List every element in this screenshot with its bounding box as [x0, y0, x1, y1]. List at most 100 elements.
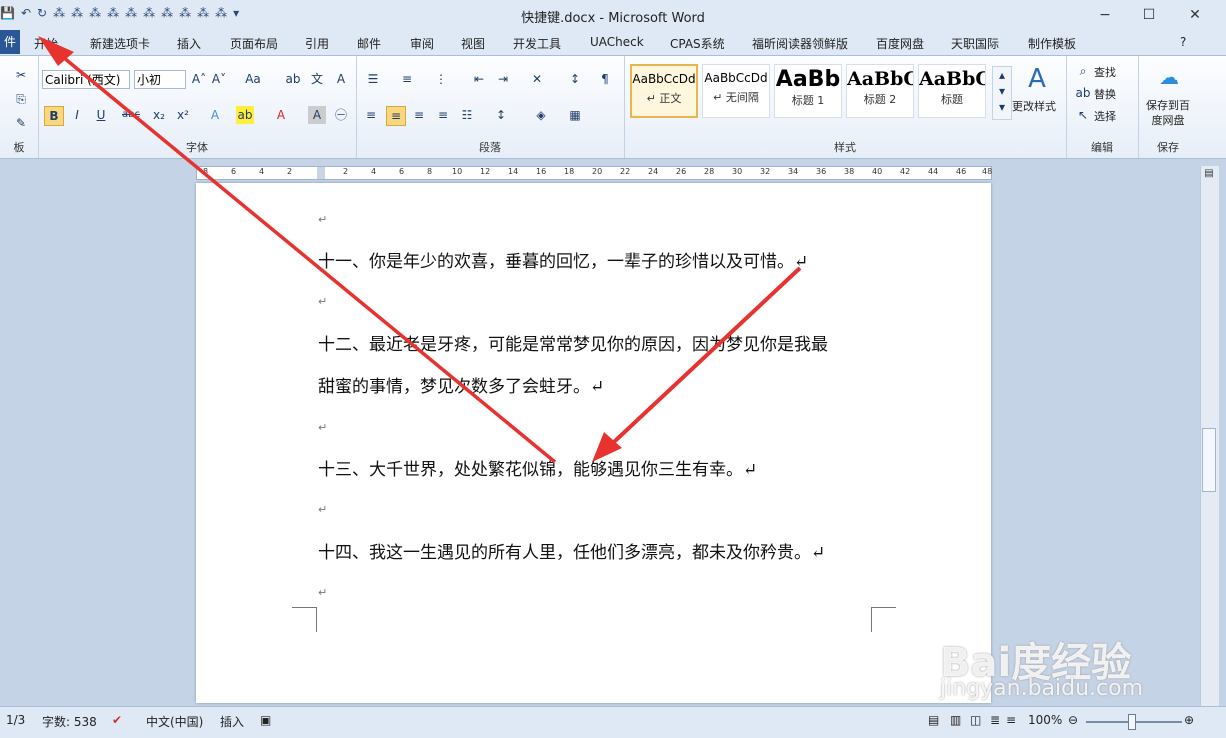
superscript-button[interactable]: x² — [174, 106, 192, 124]
paragraph[interactable]: 十二、最近老是牙疼，可能是常常梦见你的原因，因为梦见你是我最 — [318, 330, 828, 355]
style-heading-2[interactable]: AaBbC 标题 2 — [846, 64, 914, 118]
file-tab[interactable]: 件 — [0, 30, 20, 54]
ruler-tick: 30 — [732, 167, 743, 176]
select-button[interactable]: 选择 — [1094, 108, 1116, 124]
tab-view[interactable]: 视图 — [461, 35, 485, 52]
zoom-level[interactable]: 100% — [1028, 713, 1062, 727]
maximize-button[interactable]: ☐ — [1134, 4, 1164, 26]
italic-button[interactable]: I — [68, 106, 86, 124]
zoom-slider-thumb[interactable] — [1128, 714, 1136, 730]
view-outline-icon[interactable]: ≣ — [990, 713, 1000, 727]
phonetic-icon[interactable]: 文 — [308, 70, 326, 88]
change-styles-icon[interactable]: A — [1022, 64, 1052, 94]
tab-insert[interactable]: 插入 — [177, 35, 201, 52]
tab-references[interactable]: 引用 — [305, 35, 329, 52]
change-case-icon[interactable]: Aa — [244, 70, 262, 88]
view-fullscreen-icon[interactable]: ▥ — [950, 713, 961, 727]
tab-new[interactable]: 新建选项卡 — [90, 35, 150, 52]
align-center-icon[interactable]: ≡ — [386, 106, 406, 126]
horizontal-ruler[interactable]: 8 6 4 2 2 4 6 8 10 12 14 16 18 20 22 24 … — [196, 166, 992, 180]
char-shading-icon[interactable]: A — [308, 106, 326, 124]
strikethrough-button[interactable]: abc — [122, 106, 140, 124]
view-draft-icon[interactable]: ≡ — [1006, 713, 1016, 727]
indent-marker[interactable] — [317, 167, 325, 179]
decrease-indent-icon[interactable]: ⇤ — [470, 70, 488, 88]
justify-icon[interactable]: ≡ — [434, 106, 452, 124]
font-color-icon[interactable]: A — [272, 106, 290, 124]
tab-baidu-netdisk[interactable]: 百度网盘 — [876, 35, 924, 52]
tab-developer[interactable]: 开发工具 — [513, 35, 561, 52]
style-normal[interactable]: AaBbCcDd ↵ 正文 — [630, 64, 698, 118]
save-group: ☁ 保存到百度网盘 保存 — [1138, 56, 1198, 158]
paragraph[interactable]: 甜蜜的事情，梦见次数多了会蛀牙。↵ — [318, 372, 604, 397]
increase-indent-icon[interactable]: ⇥ — [494, 70, 512, 88]
cut-icon[interactable]: ✂ — [12, 66, 30, 84]
shrink-font-icon[interactable]: A˅ — [210, 70, 228, 88]
change-styles-button[interactable]: 更改样式 — [1012, 98, 1056, 114]
find-button[interactable]: 查找 — [1094, 64, 1116, 80]
paragraph[interactable]: 十一、你是年少的欢喜，垂暮的回忆，一辈子的珍惜以及可惜。↵ — [318, 247, 808, 272]
borders-icon[interactable]: ▦ — [566, 106, 584, 124]
styles-more-icon[interactable]: ▴ ▾ ▾ — [992, 66, 1012, 120]
insert-mode[interactable]: 插入 — [220, 713, 244, 730]
align-left-icon[interactable]: ≡ — [362, 106, 380, 124]
help-icon[interactable]: ? — [1180, 35, 1186, 49]
enclose-char-icon[interactable]: ㊀ — [332, 106, 350, 124]
multilevel-list-icon[interactable]: ⋮ — [432, 70, 450, 88]
numbering-icon[interactable]: ≡ — [398, 70, 416, 88]
page-count[interactable]: 1/3 — [6, 713, 25, 727]
text-effects-icon[interactable]: A — [206, 106, 224, 124]
replace-icon: ab — [1075, 86, 1091, 100]
tab-foxit[interactable]: 福昕阅读器领鲜版 — [752, 35, 848, 52]
paragraph[interactable]: 十三、大千世界，处处繁花似锦，能够遇见你三生有幸。↵ — [318, 455, 757, 480]
sort-icon[interactable]: ↕ — [566, 70, 584, 88]
scroll-thumb[interactable] — [1202, 428, 1216, 492]
line-spacing-icon[interactable]: ↕ — [492, 106, 510, 124]
document-page[interactable]: ↵ 十一、你是年少的欢喜，垂暮的回忆，一辈子的珍惜以及可惜。↵ ↵ 十二、最近老… — [196, 183, 991, 703]
copy-icon[interactable]: ⎘ — [12, 90, 30, 108]
bullets-icon[interactable]: ☰ — [364, 70, 382, 88]
underline-button[interactable]: U — [92, 106, 110, 124]
style-heading-1[interactable]: AaBb 标题 1 — [774, 64, 842, 118]
view-web-icon[interactable]: ◫ — [970, 713, 981, 727]
baidu-netdisk-icon[interactable]: ☁ — [1156, 64, 1182, 90]
subscript-button[interactable]: x₂ — [150, 106, 168, 124]
style-no-spacing[interactable]: AaBbCcDd ↵ 无间隔 — [702, 64, 770, 118]
minimize-button[interactable]: − — [1090, 4, 1120, 26]
tab-tianzhi[interactable]: 天职国际 — [951, 35, 999, 52]
format-painter-icon[interactable]: ✎ — [12, 114, 30, 132]
view-print-layout-icon[interactable]: ▤ — [928, 713, 939, 727]
tab-review[interactable]: 审阅 — [410, 35, 434, 52]
paragraph[interactable]: 十四、我这一生遇见的所有人里，任他们多漂亮，都未及你矜贵。↵ — [318, 538, 825, 563]
show-marks-icon[interactable]: ¶ — [596, 70, 614, 88]
style-name: 标题 2 — [863, 93, 897, 106]
distributed-icon[interactable]: ☷ — [458, 106, 476, 124]
tab-uacheck[interactable]: UACheck — [590, 35, 644, 49]
char-border-icon[interactable]: A — [332, 70, 350, 88]
align-right-icon[interactable]: ≡ — [410, 106, 428, 124]
tab-home[interactable]: 开始 — [34, 35, 58, 52]
font-name-combo[interactable]: Calibri (西文) — [42, 70, 130, 89]
bold-button[interactable]: B — [44, 106, 64, 126]
proofing-icon[interactable]: ✔ — [112, 713, 122, 727]
replace-button[interactable]: 替换 — [1094, 86, 1116, 102]
chinese-layout-icon[interactable]: ✕ — [528, 70, 546, 88]
save-to-netdisk-button[interactable]: 保存到百度网盘 — [1142, 98, 1194, 128]
style-title[interactable]: AaBbC 标题 — [918, 64, 986, 118]
zoom-in-icon[interactable]: ⊕ — [1184, 713, 1194, 727]
zoom-out-icon[interactable]: ⊖ — [1068, 713, 1078, 727]
grow-font-icon[interactable]: A˄ — [190, 70, 208, 88]
tab-page-layout[interactable]: 页面布局 — [230, 35, 278, 52]
language-indicator[interactable]: 中文(中国) — [146, 713, 203, 730]
tab-cpas[interactable]: CPAS系统 — [670, 35, 725, 52]
shading-icon[interactable]: ◈ — [532, 106, 550, 124]
highlight-icon[interactable]: ab — [236, 106, 254, 124]
tab-template[interactable]: 制作模板 — [1028, 35, 1076, 52]
tab-mailings[interactable]: 邮件 — [357, 35, 381, 52]
macro-icon[interactable]: ▣ — [260, 713, 271, 727]
word-count[interactable]: 字数: 538 — [42, 713, 97, 730]
font-size-combo[interactable]: 小初 — [134, 70, 186, 89]
ruler-toggle-icon[interactable]: ▤ — [1202, 168, 1216, 182]
close-button[interactable]: ✕ — [1180, 4, 1210, 26]
clear-format-icon[interactable]: ab — [284, 70, 302, 88]
